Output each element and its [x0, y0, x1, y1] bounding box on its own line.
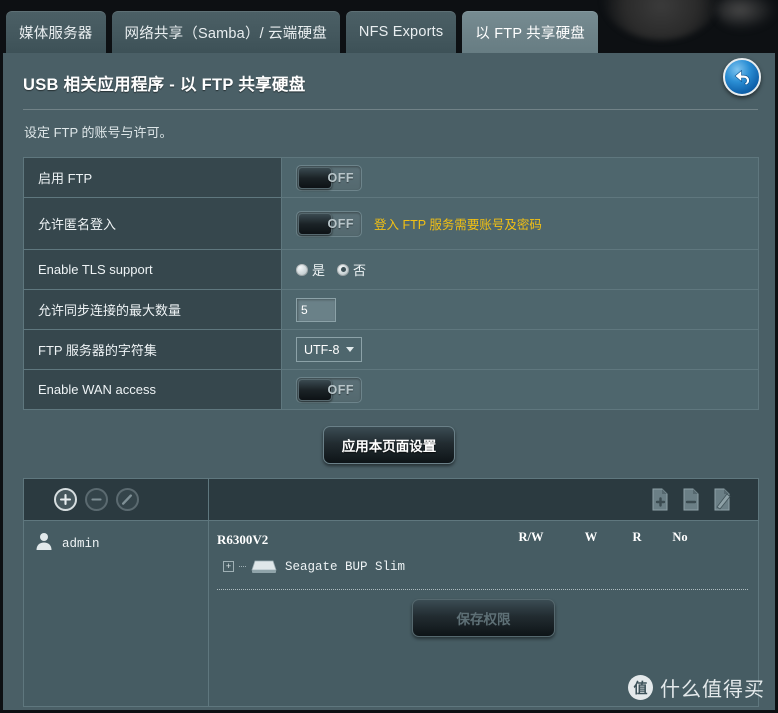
- tab-ftp-share[interactable]: 以 FTP 共享硬盘: [462, 11, 598, 53]
- setting-value: OFF 登入 FTP 服务需要账号及密码: [282, 198, 758, 249]
- folder-action-icons: [209, 488, 758, 511]
- tab-label: NFS Exports: [358, 24, 444, 40]
- share-header: R6300V2 R/W W R No: [217, 530, 758, 550]
- permission-toolbar: [24, 479, 758, 521]
- column-w: W: [584, 530, 598, 544]
- toggle-state-label: OFF: [327, 170, 354, 185]
- apply-button-container: 应用本页面设置: [3, 426, 775, 464]
- radio-label: 是: [312, 263, 326, 278]
- page-panel: USB 相关应用程序 - 以 FTP 共享硬盘 设定 FTP 的账号与许可。 启…: [0, 53, 778, 713]
- watermark-text: 什么值得买: [660, 679, 765, 701]
- setting-row-max-connections: 允许同步连接的最大数量: [24, 290, 758, 330]
- remove-folder-icon[interactable]: [681, 488, 701, 511]
- expand-icon[interactable]: +: [223, 561, 234, 572]
- setting-label: FTP 服务器的字符集: [24, 330, 282, 369]
- setting-row-tls-support: Enable TLS support 是 否: [24, 250, 758, 290]
- setting-row-charset: FTP 服务器的字符集 UTF-8: [24, 330, 758, 370]
- setting-row-anonymous-login: 允许匿名登入 OFF 登入 FTP 服务需要账号及密码: [24, 198, 758, 250]
- tree-connector: [239, 566, 246, 567]
- chevron-down-icon: [346, 347, 355, 352]
- wan-access-toggle[interactable]: OFF: [296, 376, 362, 403]
- apply-settings-button[interactable]: 应用本页面设置: [322, 426, 456, 464]
- tls-radio-yes[interactable]: 是: [296, 260, 325, 279]
- tab-label: 以 FTP 共享硬盘: [475, 25, 585, 42]
- tab-label: 媒体服务器: [19, 25, 93, 42]
- save-permissions-button[interactable]: 保存权限: [412, 599, 555, 637]
- background-blur-blob-secondary: [716, 0, 776, 30]
- setting-row-enable-ftp: 启用 FTP OFF: [24, 158, 758, 198]
- tab-nfs-exports[interactable]: NFS Exports: [345, 11, 457, 53]
- rename-folder-icon[interactable]: [712, 488, 732, 511]
- setting-label: Enable WAN access: [24, 370, 282, 409]
- charset-selected-value: UTF-8: [304, 342, 340, 357]
- list-item[interactable]: admin: [34, 531, 208, 556]
- edit-user-icon[interactable]: [116, 488, 139, 511]
- setting-label: Enable TLS support: [24, 250, 282, 289]
- setting-label: 允许同步连接的最大数量: [24, 290, 282, 329]
- background-blur-blob: [602, 0, 720, 40]
- setting-value: 是 否: [282, 250, 758, 289]
- radio-dot-icon: [296, 263, 308, 276]
- anonymous-login-toggle[interactable]: OFF: [296, 210, 362, 237]
- ftp-settings-table: 启用 FTP OFF 允许匿名登入 OFF 登入 FTP 服务需要账号及密码 E…: [23, 157, 759, 410]
- setting-value: OFF: [282, 158, 758, 197]
- drive-icon: [251, 559, 277, 574]
- user-name: admin: [62, 536, 100, 551]
- user-action-icons: [24, 479, 209, 520]
- anonymous-login-note: 登入 FTP 服务需要账号及密码: [374, 218, 542, 232]
- permission-divider: [217, 589, 748, 590]
- charset-select[interactable]: UTF-8: [296, 337, 363, 362]
- tree-item-drive[interactable]: + Seagate BUP Slim: [217, 559, 758, 574]
- watermark: 值 什么值得买: [628, 673, 765, 702]
- toggle-state-label: OFF: [327, 216, 354, 231]
- back-arrow-icon[interactable]: [723, 58, 761, 96]
- setting-row-wan-access: Enable WAN access OFF: [24, 370, 758, 410]
- toggle-state-label: OFF: [327, 382, 354, 397]
- page-subtitle: 设定 FTP 的账号与许可。: [24, 125, 173, 140]
- tab-label: 网络共享（Samba）/ 云端硬盘: [124, 25, 327, 42]
- page-header: USB 相关应用程序 - 以 FTP 共享硬盘 设定 FTP 的账号与许可。: [3, 53, 775, 141]
- setting-value: OFF: [282, 370, 758, 409]
- enable-ftp-toggle[interactable]: OFF: [296, 164, 362, 191]
- max-connections-input[interactable]: [296, 297, 336, 322]
- column-no: No: [672, 530, 688, 544]
- column-r: R: [632, 530, 642, 544]
- setting-label: 启用 FTP: [24, 158, 282, 197]
- remove-user-icon[interactable]: [85, 488, 108, 511]
- tab-bar: 媒体服务器 网络共享（Samba）/ 云端硬盘 NFS Exports 以 FT…: [0, 0, 598, 53]
- user-icon: [34, 531, 54, 556]
- add-user-icon[interactable]: [54, 488, 77, 511]
- tab-media-server[interactable]: 媒体服务器: [6, 11, 106, 53]
- setting-value: UTF-8: [282, 330, 758, 369]
- tls-radio-group: 是 否: [296, 260, 366, 279]
- column-rw: R/W: [518, 530, 544, 544]
- watermark-badge-icon: 值: [628, 675, 653, 700]
- setting-value: [282, 290, 758, 329]
- tls-radio-no[interactable]: 否: [337, 260, 366, 279]
- radio-dot-icon-selected: [337, 263, 350, 276]
- app-root: 媒体服务器 网络共享（Samba）/ 云端硬盘 NFS Exports 以 FT…: [0, 0, 778, 713]
- user-list: admin: [24, 521, 209, 706]
- add-folder-icon[interactable]: [650, 488, 670, 511]
- page-title: USB 相关应用程序 - 以 FTP 共享硬盘: [23, 76, 306, 94]
- setting-label: 允许匿名登入: [24, 198, 282, 249]
- radio-label: 否: [353, 263, 367, 278]
- tab-samba-cloud-disk[interactable]: 网络共享（Samba）/ 云端硬盘: [111, 11, 340, 53]
- drive-name: Seagate BUP Slim: [285, 559, 406, 574]
- save-button-container: 保存权限: [209, 599, 758, 637]
- permission-column-headers: R/W W R No: [217, 530, 758, 550]
